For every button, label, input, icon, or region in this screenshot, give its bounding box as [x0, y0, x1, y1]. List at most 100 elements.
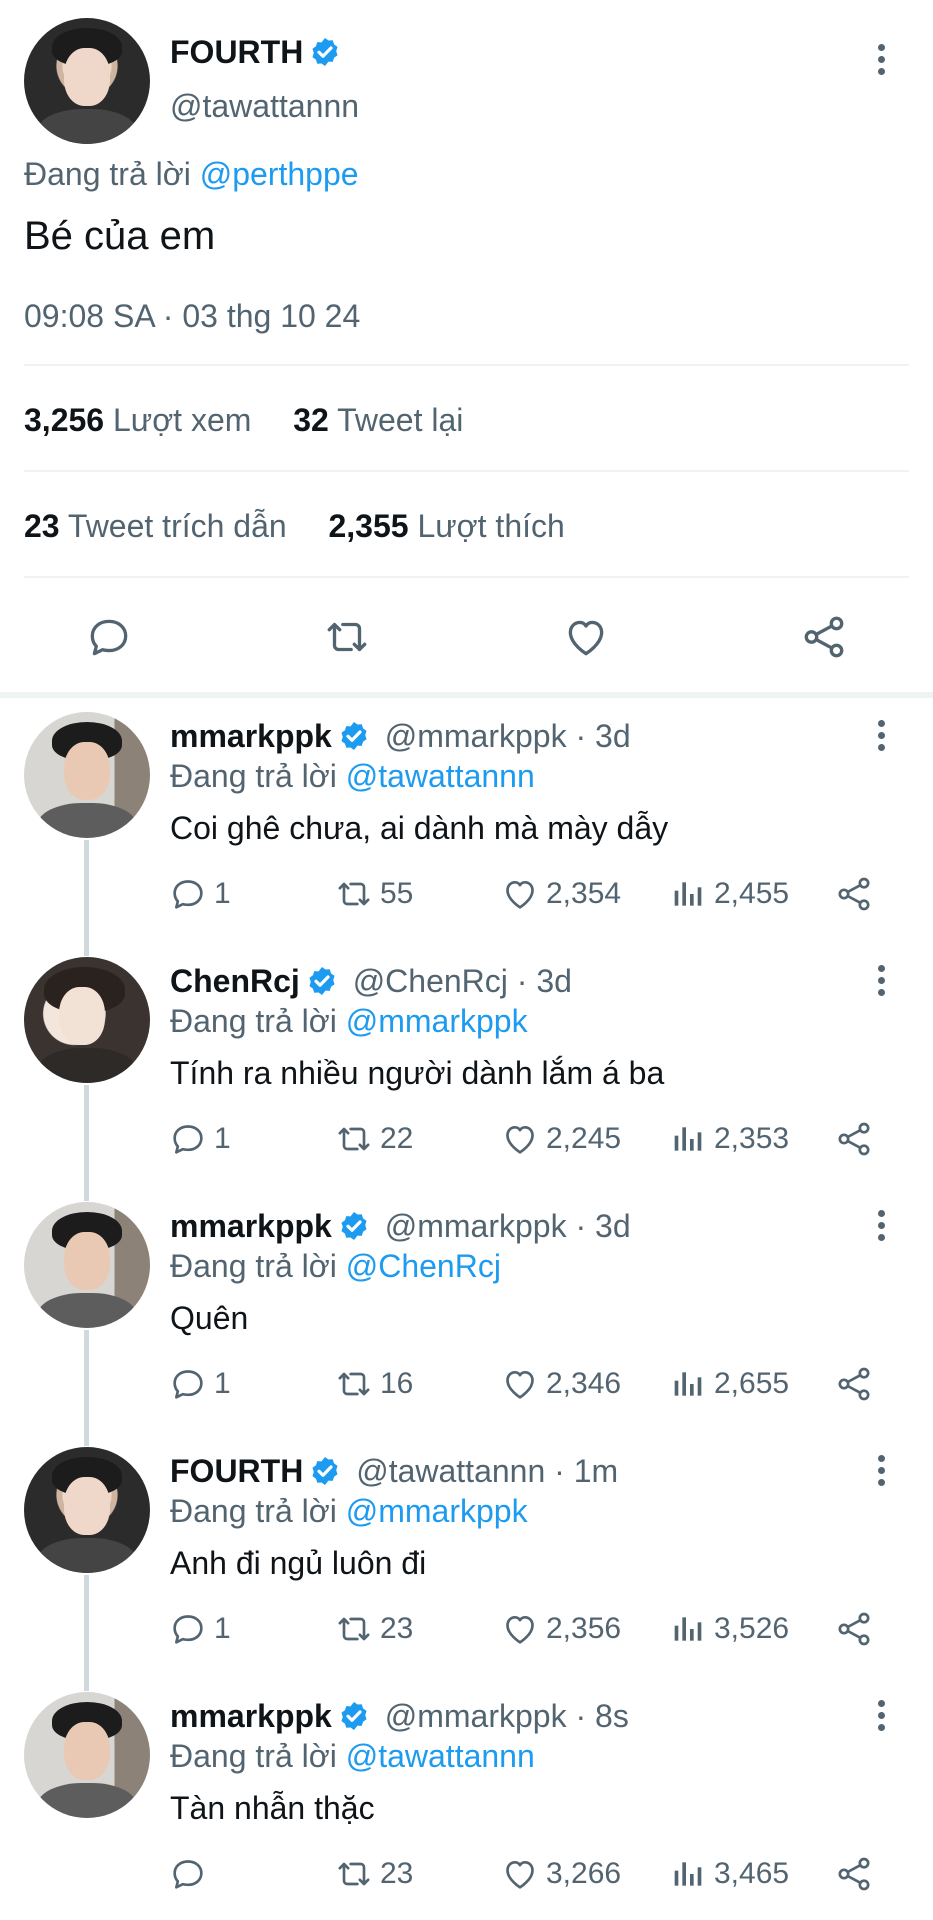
reply-button[interactable]: 1 — [168, 874, 231, 914]
retweet-button[interactable]: 55 — [334, 874, 413, 914]
quotes-count: 23 — [24, 508, 60, 544]
author-name-text[interactable]: FOURTH — [170, 34, 303, 70]
reply-time[interactable]: 3d — [595, 718, 631, 754]
reply-author-name[interactable]: mmarkppk — [170, 1208, 332, 1244]
retweet-button[interactable]: 23 — [334, 1609, 413, 1649]
retweet-button[interactable]: 16 — [334, 1364, 413, 1404]
replying-to-link[interactable]: @ChenRcj — [346, 1248, 501, 1284]
views-button[interactable]: 3,465 — [668, 1854, 789, 1894]
like-button[interactable]: 2,354 — [500, 874, 621, 914]
author-handle[interactable]: @tawattannn — [170, 88, 359, 125]
share-button[interactable] — [834, 1609, 880, 1649]
share-icon — [838, 1612, 870, 1646]
views-button[interactable]: 3,526 — [668, 1609, 789, 1649]
more-icon[interactable] — [876, 965, 886, 1003]
retweet-count: 16 — [380, 1367, 414, 1400]
share-icon — [838, 877, 870, 911]
avatar[interactable] — [24, 957, 150, 1083]
views-button[interactable]: 2,353 — [668, 1119, 789, 1159]
replying-to-link[interactable]: @mmarkppk — [346, 1493, 528, 1529]
reply-text: Tính ra nhiều người dành lắm á ba — [170, 1055, 665, 1091]
reply-icon — [173, 1125, 203, 1154]
reply-time[interactable]: 3d — [595, 1208, 631, 1244]
reply-author-name[interactable]: FOURTH — [170, 1453, 303, 1489]
like-icon — [506, 1616, 534, 1644]
avatar[interactable] — [24, 18, 150, 144]
divider — [24, 364, 909, 366]
replying-to-link[interactable]: @perthppe — [200, 156, 359, 192]
like-icon[interactable] — [561, 612, 611, 662]
reply-icon — [173, 1370, 203, 1399]
replying-to-link[interactable]: @mmarkppk — [346, 1003, 528, 1039]
share-button[interactable] — [834, 1119, 880, 1159]
reply-button[interactable]: 1 — [168, 1119, 231, 1159]
reply-author-name[interactable]: mmarkppk — [170, 1698, 332, 1734]
reply-button[interactable]: 1 — [168, 1609, 231, 1649]
reply-time[interactable]: 8s — [595, 1698, 629, 1734]
replying-to: Đang trả lời @ChenRcj — [170, 1248, 501, 1285]
author-name[interactable]: FOURTH — [170, 34, 341, 71]
reply-icon — [173, 1860, 203, 1889]
views-button[interactable]: 2,455 — [668, 874, 789, 914]
replying-prefix: Đang trả lời — [170, 1738, 337, 1774]
quotes-stat[interactable]: 23 Tweet trích dẫn — [24, 508, 296, 544]
views-count: 2,655 — [714, 1367, 790, 1400]
replying-to-link[interactable]: @tawattannn — [346, 1738, 535, 1774]
retweet-button[interactable]: 23 — [334, 1854, 413, 1894]
like-button[interactable]: 2,346 — [500, 1364, 621, 1404]
more-icon[interactable] — [876, 1455, 886, 1493]
reply-author-handle[interactable]: @mmarkppk — [385, 718, 567, 754]
reply-author-handle[interactable]: @mmarkppk — [385, 1698, 567, 1734]
more-icon[interactable] — [876, 1210, 886, 1248]
like-button[interactable]: 2,245 — [500, 1119, 621, 1159]
avatar[interactable] — [24, 1202, 150, 1328]
views-button[interactable]: 2,655 — [668, 1364, 789, 1404]
likes-stat[interactable]: 2,355 Lượt thích — [328, 508, 564, 544]
thread-line — [84, 840, 89, 956]
reply-author-handle[interactable]: @ChenRcj — [353, 963, 508, 999]
views-count: 2,353 — [714, 1122, 790, 1155]
share-button[interactable] — [834, 874, 880, 914]
replying-to-link[interactable]: @tawattannn — [346, 758, 535, 794]
dot-separator: · — [554, 1453, 565, 1489]
reply-icon[interactable] — [84, 612, 134, 662]
divider — [24, 576, 909, 578]
share-button[interactable] — [834, 1854, 880, 1894]
retweet-icon[interactable] — [322, 612, 372, 662]
views-label: Lượt xem — [112, 402, 252, 438]
share-button[interactable] — [834, 1364, 880, 1404]
more-icon[interactable] — [876, 720, 886, 758]
retweets-count: 32 — [293, 402, 329, 438]
reply-time[interactable]: 3d — [536, 963, 572, 999]
verified-badge-icon — [341, 1702, 367, 1730]
like-button[interactable]: 2,356 — [500, 1609, 621, 1649]
reply-count: 1 — [214, 1122, 231, 1155]
reply-author-name[interactable]: mmarkppk — [170, 718, 332, 754]
reply-author-handle[interactable]: @tawattannn — [356, 1453, 545, 1489]
share-icon[interactable] — [799, 612, 849, 662]
verified-badge-icon — [309, 967, 335, 995]
avatar[interactable] — [24, 712, 150, 838]
avatar[interactable] — [24, 1447, 150, 1573]
reply-time[interactable]: 1m — [574, 1453, 618, 1489]
dot-separator: · — [575, 718, 587, 754]
tweet-text: Bé của em — [24, 214, 216, 258]
retweets-stat[interactable]: 32 Tweet lại — [293, 402, 463, 438]
tweet-timestamp[interactable]: 09:08 SA · 03 thg 10 24 — [24, 298, 360, 335]
retweets-label: Tweet lại — [337, 402, 464, 438]
more-icon[interactable] — [876, 44, 886, 82]
share-icon — [838, 1367, 870, 1401]
reply-button[interactable]: 1 — [168, 1364, 231, 1404]
reply-button[interactable] — [168, 1854, 214, 1894]
more-icon[interactable] — [876, 1700, 886, 1738]
reply-author-name[interactable]: ChenRcj — [170, 963, 300, 999]
avatar[interactable] — [24, 1692, 150, 1818]
reply-author-handle[interactable]: @mmarkppk — [385, 1208, 567, 1244]
like-button[interactable]: 3,266 — [500, 1854, 621, 1894]
views-icon — [674, 882, 702, 906]
retweet-button[interactable]: 22 — [334, 1119, 413, 1159]
retweet-count: 22 — [380, 1122, 414, 1155]
reply-header: ChenRcj @ChenRcj · 3d — [170, 963, 572, 1000]
replying-to: Đang trả lời @tawattannn — [170, 1738, 535, 1775]
reply-count: 1 — [214, 877, 231, 910]
